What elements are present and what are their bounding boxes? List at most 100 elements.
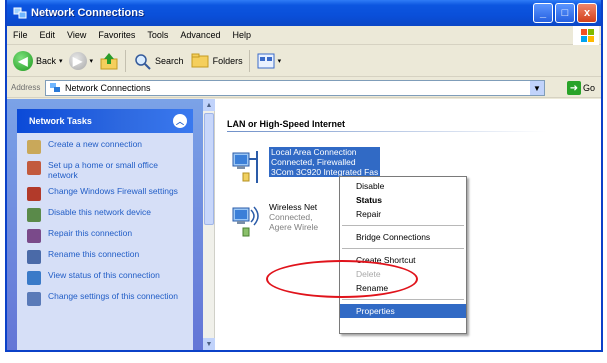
back-button[interactable]: ◀ Back ▾ bbox=[13, 50, 63, 71]
menu-view[interactable]: View bbox=[61, 30, 92, 40]
status-icon bbox=[27, 271, 41, 285]
go-arrow-icon: ➜ bbox=[566, 81, 581, 95]
menu-favorites[interactable]: Favorites bbox=[92, 30, 141, 40]
task-item[interactable]: Repair this connection bbox=[27, 222, 187, 243]
network-connections-icon bbox=[50, 83, 60, 92]
task-label: Create a new connection bbox=[48, 139, 143, 149]
up-folder-icon bbox=[100, 52, 118, 69]
wireless-connection-device: Agere Wirele bbox=[269, 222, 319, 232]
lan-connection-name: Local Area Connection bbox=[269, 147, 381, 157]
task-label: Repair this connection bbox=[48, 228, 133, 238]
explorer-window: Network Connections _ □ x File Edit View… bbox=[5, 0, 603, 352]
task-item[interactable]: View status of this connection bbox=[27, 264, 187, 285]
back-dropdown-icon: ▾ bbox=[59, 57, 63, 65]
task-sidebar: Network Tasks ︿ Create a new connection S… bbox=[7, 99, 203, 350]
back-arrow-icon: ◀ bbox=[13, 50, 33, 71]
views-icon bbox=[257, 53, 275, 68]
menu-separator bbox=[342, 225, 464, 226]
task-list: Create a new connection Set up a home or … bbox=[17, 133, 193, 306]
address-bar: Address Network Connections ▼ ➜ Go bbox=[7, 78, 601, 98]
folders-button[interactable]: Folders bbox=[190, 51, 243, 71]
home-network-icon bbox=[27, 161, 41, 175]
network-tasks-panel: Network Tasks ︿ Create a new connection S… bbox=[17, 109, 193, 350]
forward-arrow-icon: ▶ bbox=[68, 51, 87, 70]
menu-tools[interactable]: Tools bbox=[141, 30, 174, 40]
wireless-connection-icon bbox=[229, 202, 263, 242]
firewall-icon bbox=[27, 187, 41, 201]
task-label: Change Windows Firewall settings bbox=[48, 186, 178, 196]
wireless-connection-item[interactable]: Wireless Net Connected, Agere Wirele bbox=[229, 202, 318, 242]
menu-separator bbox=[342, 299, 464, 300]
wireless-connection-status: Connected, bbox=[269, 212, 313, 222]
group-header: LAN or High-Speed Internet bbox=[227, 119, 346, 129]
settings-icon bbox=[27, 292, 41, 306]
annotation-ellipse bbox=[266, 260, 418, 298]
group-divider bbox=[227, 131, 547, 132]
search-label: Search bbox=[155, 55, 184, 66]
title-bar[interactable]: Network Connections _ □ x bbox=[7, 0, 601, 26]
context-menu-item-status[interactable]: Status bbox=[340, 193, 466, 207]
address-dropdown-icon[interactable]: ▼ bbox=[530, 81, 544, 95]
network-connections-icon bbox=[13, 6, 27, 20]
disable-device-icon bbox=[27, 208, 41, 222]
folders-icon bbox=[191, 53, 209, 67]
scroll-thumb[interactable] bbox=[204, 113, 214, 225]
task-label: Rename this connection bbox=[48, 249, 140, 259]
task-label: View status of this connection bbox=[48, 270, 160, 280]
context-menu-item-disable[interactable]: Disable bbox=[340, 179, 466, 193]
task-label: Set up a home or small office network bbox=[48, 160, 158, 180]
go-button[interactable]: ➜ Go bbox=[566, 81, 595, 95]
toolbar-separator bbox=[125, 49, 127, 72]
task-item[interactable]: Disable this network device bbox=[27, 201, 187, 222]
context-menu-item-repair[interactable]: Repair bbox=[340, 207, 466, 221]
lan-connection-status: Connected, Firewalled bbox=[269, 157, 381, 167]
rename-icon bbox=[27, 250, 41, 264]
back-label: Back bbox=[36, 55, 57, 66]
forward-dropdown-icon: ▾ bbox=[89, 57, 94, 65]
menu-file[interactable]: File bbox=[7, 30, 34, 40]
collapse-chevron-icon[interactable]: ︿ bbox=[173, 114, 187, 128]
task-item[interactable]: Set up a home or small office network bbox=[27, 154, 187, 180]
search-icon bbox=[135, 53, 151, 70]
task-label: Disable this network device bbox=[48, 207, 151, 217]
task-item[interactable]: Change settings of this connection bbox=[27, 285, 187, 306]
repair-icon bbox=[27, 229, 41, 243]
scroll-down-icon[interactable]: ▼ bbox=[203, 338, 215, 350]
up-button[interactable] bbox=[99, 51, 119, 71]
window-title: Network Connections bbox=[31, 7, 145, 19]
task-label: Change settings of this connection bbox=[48, 291, 178, 301]
network-tasks-header[interactable]: Network Tasks ︿ bbox=[17, 109, 193, 133]
new-connection-icon bbox=[27, 140, 41, 154]
maximize-button[interactable]: □ bbox=[555, 3, 575, 23]
windows-logo-icon bbox=[573, 26, 599, 45]
views-button[interactable]: ▾ bbox=[256, 52, 282, 70]
toolbar-separator bbox=[248, 49, 250, 72]
address-label: Address bbox=[11, 83, 41, 92]
search-button[interactable]: Search bbox=[132, 51, 184, 71]
address-input[interactable]: Network Connections ▼ bbox=[45, 80, 545, 96]
go-label: Go bbox=[582, 83, 595, 93]
network-tasks-title: Network Tasks bbox=[29, 116, 92, 126]
menu-edit[interactable]: Edit bbox=[34, 30, 62, 40]
task-item[interactable]: Change Windows Firewall settings bbox=[27, 180, 187, 201]
menu-separator bbox=[342, 248, 464, 249]
wireless-connection-name: Wireless Net bbox=[269, 202, 318, 212]
close-button[interactable]: x bbox=[577, 3, 597, 23]
context-menu: Disable Status Repair Bridge Connections Cre… bbox=[339, 176, 467, 334]
menu-bar: File Edit View Favorites Tools Advanced … bbox=[7, 26, 601, 45]
task-item[interactable]: Create a new connection bbox=[27, 133, 187, 154]
scroll-up-icon[interactable]: ▲ bbox=[203, 99, 215, 111]
context-menu-item-properties[interactable]: Properties bbox=[340, 304, 466, 318]
lan-connection-icon bbox=[229, 147, 263, 187]
menu-advanced[interactable]: Advanced bbox=[174, 30, 226, 40]
forward-button[interactable]: ▶ ▾ bbox=[68, 51, 94, 70]
task-item[interactable]: Rename this connection bbox=[27, 243, 187, 264]
menu-help[interactable]: Help bbox=[226, 30, 257, 40]
folders-label: Folders bbox=[212, 55, 243, 66]
vertical-scrollbar[interactable]: ▲ ▼ bbox=[203, 99, 215, 350]
context-menu-item-bridge-connections[interactable]: Bridge Connections bbox=[340, 230, 466, 244]
minimize-button[interactable]: _ bbox=[533, 3, 553, 23]
address-value: Network Connections bbox=[65, 83, 151, 93]
toolbar: ◀ Back ▾ ▶ ▾ Search Folders ▾ bbox=[7, 45, 601, 77]
views-dropdown-icon: ▾ bbox=[277, 57, 282, 65]
